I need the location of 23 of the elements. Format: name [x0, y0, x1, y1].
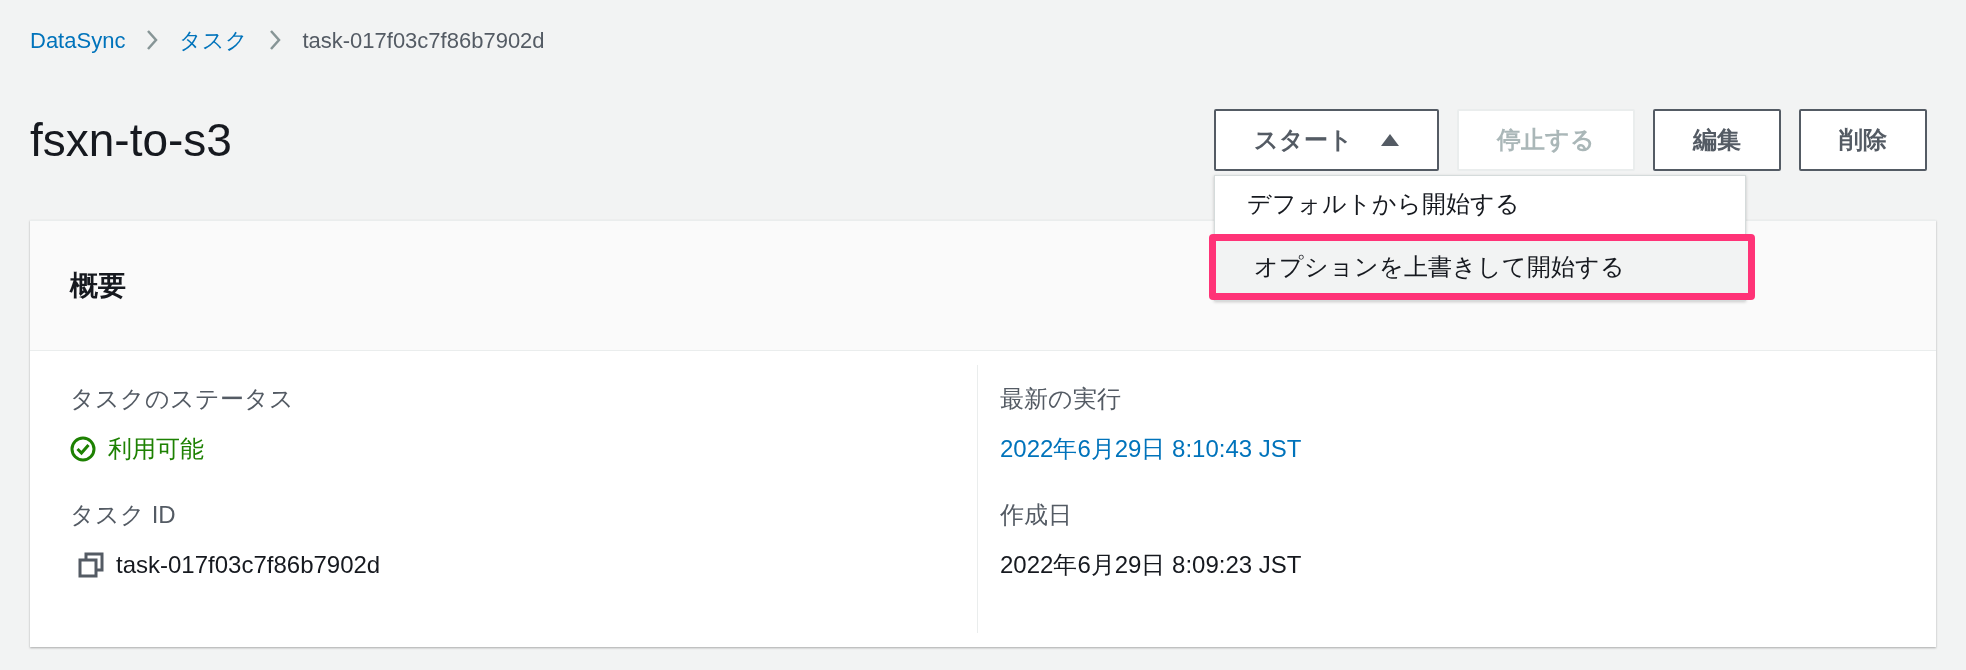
- field-label: タスク ID: [70, 500, 177, 530]
- status-text: 利用可能: [108, 434, 204, 464]
- dropdown-button[interactable]: スタート: [1214, 109, 1439, 171]
- field-label: 最新の実行: [1000, 384, 1122, 414]
- caret-up-icon: [1381, 134, 1399, 146]
- card-heading: 概要: [70, 268, 126, 303]
- field-value: 2022年6月29日 8:09:23 JST: [1000, 550, 1302, 580]
- page-title: fsxn-to-s3: [30, 112, 232, 168]
- value-link[interactable]: 2022年6月29日 8:10:43 JST: [1000, 431, 1302, 467]
- copy-icon[interactable]: [78, 552, 104, 578]
- breadcrumb-link[interactable]: タスク: [179, 23, 249, 57]
- menu-item[interactable]: デフォルトから開始する: [1215, 176, 1745, 232]
- field-label: タスクのステータス: [70, 384, 295, 414]
- check-circle-icon: [70, 436, 96, 462]
- chevron-icon: [145, 29, 160, 51]
- menu-item[interactable]: オプションを上書きして開始する: [1209, 234, 1755, 300]
- field-label: 作成日: [1000, 500, 1073, 530]
- action-button[interactable]: 編集: [1653, 109, 1781, 171]
- breadcrumb-current: task-017f03c7f86b7902d: [302, 26, 545, 55]
- breadcrumb-link[interactable]: DataSync: [30, 23, 126, 57]
- chevron-icon: [268, 29, 283, 51]
- action-button[interactable]: 削除: [1799, 109, 1927, 171]
- task-id: task-017f03c7f86b7902d: [116, 550, 381, 580]
